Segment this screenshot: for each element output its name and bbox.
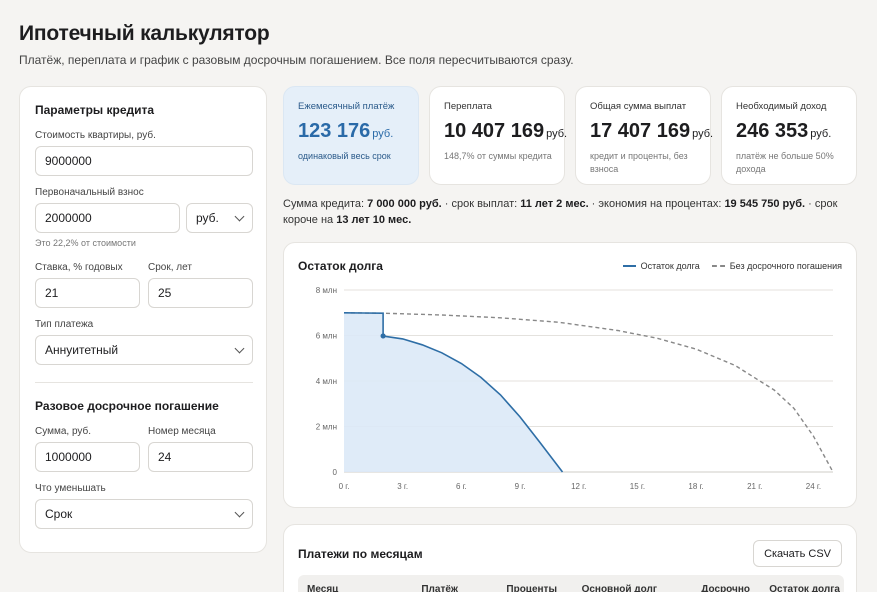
x-tick-label: 18 г. — [688, 482, 703, 491]
payment-type-label: Тип платежа — [35, 319, 94, 330]
rate-label: Ставка, % годовых — [35, 262, 123, 273]
prepay-sum-label: Сумма, руб. — [35, 426, 92, 437]
divider — [35, 382, 253, 383]
stat-value: 246 353 руб. — [736, 120, 832, 142]
y-tick-label: 2 млн — [316, 423, 337, 432]
prepay-sum-input[interactable] — [35, 442, 140, 472]
payment-type-value: Аннуитетный — [45, 343, 119, 357]
y-tick-label: 4 млн — [316, 377, 337, 386]
down-payment-input[interactable] — [35, 203, 180, 233]
col-header: Платёж — [421, 584, 458, 592]
rate-input[interactable] — [35, 278, 140, 308]
x-tick-label: 15 г. — [630, 482, 645, 491]
table-title: Платежи по месяцам — [298, 547, 423, 561]
reduce-select[interactable]: Срок — [35, 499, 253, 529]
stat-label: Ежемесячный платёж — [298, 101, 395, 112]
stat-note: кредит и проценты, без взноса — [590, 151, 688, 174]
down-payment-unit-value: руб. — [196, 211, 219, 225]
download-csv-button[interactable]: Скачать CSV — [753, 540, 842, 567]
params-title: Параметры кредита — [35, 103, 155, 117]
stat-label: Необходимый доход — [736, 101, 827, 112]
stat-note: платёж не больше 50% дохода — [736, 151, 834, 174]
stat-value: 10 407 169 руб. — [444, 120, 568, 142]
x-tick-label: 3 г. — [397, 482, 408, 491]
x-tick-label: 12 г. — [571, 482, 586, 491]
down-payment-label: Первоначальный взнос — [35, 187, 144, 198]
price-input[interactable] — [35, 146, 253, 176]
stat-value: 17 407 169 руб. — [590, 120, 714, 142]
price-label: Стоимость квартиры, руб. — [35, 130, 156, 141]
payment-type-select[interactable]: Аннуитетный — [35, 335, 253, 365]
x-tick-label: 21 г. — [747, 482, 762, 491]
stat-value: 123 176 руб. — [298, 120, 394, 142]
col-header: Месяц — [307, 584, 339, 592]
loan-summary: Сумма кредита: 7 000 000 руб. · срок вып… — [283, 198, 838, 226]
stat-label: Общая сумма выплат — [590, 101, 687, 112]
stat-card-monthly-payment: Ежемесячный платёж 123 176 руб. одинаковы… — [283, 86, 419, 185]
col-header: Досрочно — [701, 584, 750, 592]
debt-area — [344, 312, 563, 472]
debt-chart-card: Остаток долга Остаток долга Без досрочно… — [283, 242, 857, 508]
page-title: Ипотечный калькулятор — [19, 22, 270, 45]
term-label: Срок, лет — [148, 262, 192, 273]
loan-params-panel: Параметры кредита Стоимость квартиры, ру… — [19, 86, 267, 553]
chevron-down-icon — [234, 507, 245, 517]
x-tick-label: 24 г. — [806, 482, 821, 491]
stat-label: Переплата — [444, 101, 492, 112]
reduce-label: Что уменьшать — [35, 483, 106, 494]
table-header: Месяц Платёж Проценты Основной долг Доср… — [298, 575, 844, 592]
x-tick-label: 9 г. — [515, 482, 526, 491]
prepay-title: Разовое досрочное погашение — [35, 399, 219, 413]
col-header: Проценты — [506, 584, 557, 592]
y-tick-label: 0 — [333, 468, 338, 477]
chevron-down-icon — [234, 343, 245, 353]
stat-card-required-income: Необходимый доход 246 353 руб. платёж не … — [721, 86, 857, 185]
chevron-down-icon — [234, 211, 245, 221]
x-tick-label: 0 г. — [339, 482, 350, 491]
term-input[interactable] — [148, 278, 253, 308]
y-tick-label: 6 млн — [316, 332, 337, 341]
payments-table-card: Платежи по месяцам Скачать CSV Месяц Пла… — [283, 524, 857, 592]
prepayment-marker — [380, 333, 386, 339]
down-payment-hint: Это 22,2% от стоимости — [35, 238, 136, 248]
down-payment-unit-select[interactable]: руб. — [186, 203, 253, 233]
col-header: Остаток долга — [769, 584, 840, 592]
prepay-month-label: Номер месяца — [148, 426, 216, 437]
x-tick-label: 6 г. — [456, 482, 467, 491]
stat-note: одинаковый весь срок — [298, 151, 391, 161]
page-subtitle: Платёж, переплата и график с разовым дос… — [19, 53, 574, 67]
reduce-value: Срок — [45, 507, 73, 521]
prepay-month-input[interactable] — [148, 442, 253, 472]
stat-card-total-payments: Общая сумма выплат 17 407 169 руб. кредит… — [575, 86, 714, 185]
debt-chart: 0 2 млн 4 млн 6 млн 8 млн 0 г. 3 г. 6 г. 9 г. 12 … — [316, 286, 834, 491]
stat-card-overpayment: Переплата 10 407 169 руб. 148,7% от суммы… — [429, 86, 568, 185]
stat-note: 148,7% от суммы кредита — [444, 151, 552, 161]
col-header: Основной долг — [581, 584, 657, 592]
y-tick-label: 8 млн — [316, 286, 337, 295]
